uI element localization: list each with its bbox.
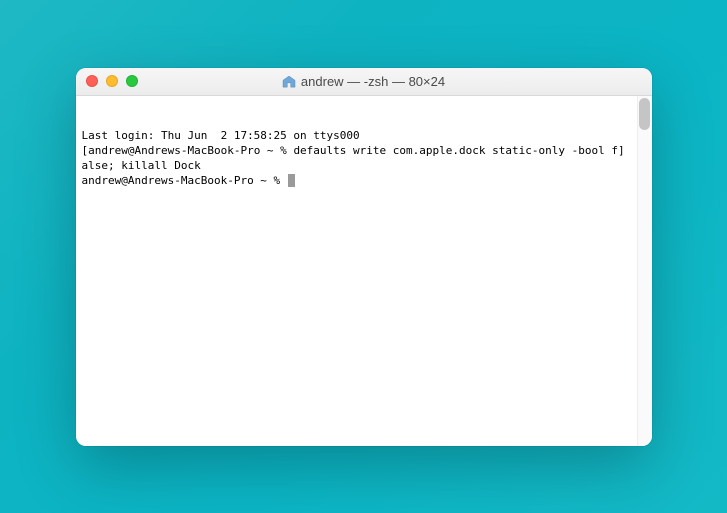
fullscreen-button[interactable] xyxy=(126,75,138,87)
title-container: andrew — -zsh — 80×24 xyxy=(76,74,652,89)
traffic-lights xyxy=(86,75,138,87)
terminal-body[interactable]: Last login: Thu Jun 2 17:58:25 on ttys00… xyxy=(76,96,652,446)
command-line-2: andrew@Andrews-MacBook-Pro ~ % xyxy=(82,174,295,187)
home-folder-icon xyxy=(282,75,296,87)
terminal-content[interactable]: Last login: Thu Jun 2 17:58:25 on ttys00… xyxy=(82,129,631,188)
close-button[interactable] xyxy=(86,75,98,87)
command-line-1: [andrew@Andrews-MacBook-Pro ~ % defaults… xyxy=(82,144,625,157)
shell-prompt: andrew@Andrews-MacBook-Pro ~ % xyxy=(88,144,293,157)
scrollbar-track[interactable] xyxy=(637,96,652,446)
terminal-window: andrew — -zsh — 80×24 Last login: Thu Ju… xyxy=(76,68,652,446)
bracket-close: ] xyxy=(618,144,625,157)
shell-prompt-2: andrew@Andrews-MacBook-Pro ~ % xyxy=(82,174,287,187)
minimize-button[interactable] xyxy=(106,75,118,87)
last-login-line: Last login: Thu Jun 2 17:58:25 on ttys00… xyxy=(82,129,360,142)
scrollbar-thumb[interactable] xyxy=(639,98,650,130)
command-text-part1: defaults write com.apple.dock static-onl… xyxy=(293,144,618,157)
text-cursor xyxy=(288,174,295,187)
titlebar[interactable]: andrew — -zsh — 80×24 xyxy=(76,68,652,96)
command-text-part2: alse; killall Dock xyxy=(82,159,201,172)
window-title: andrew — -zsh — 80×24 xyxy=(301,74,445,89)
